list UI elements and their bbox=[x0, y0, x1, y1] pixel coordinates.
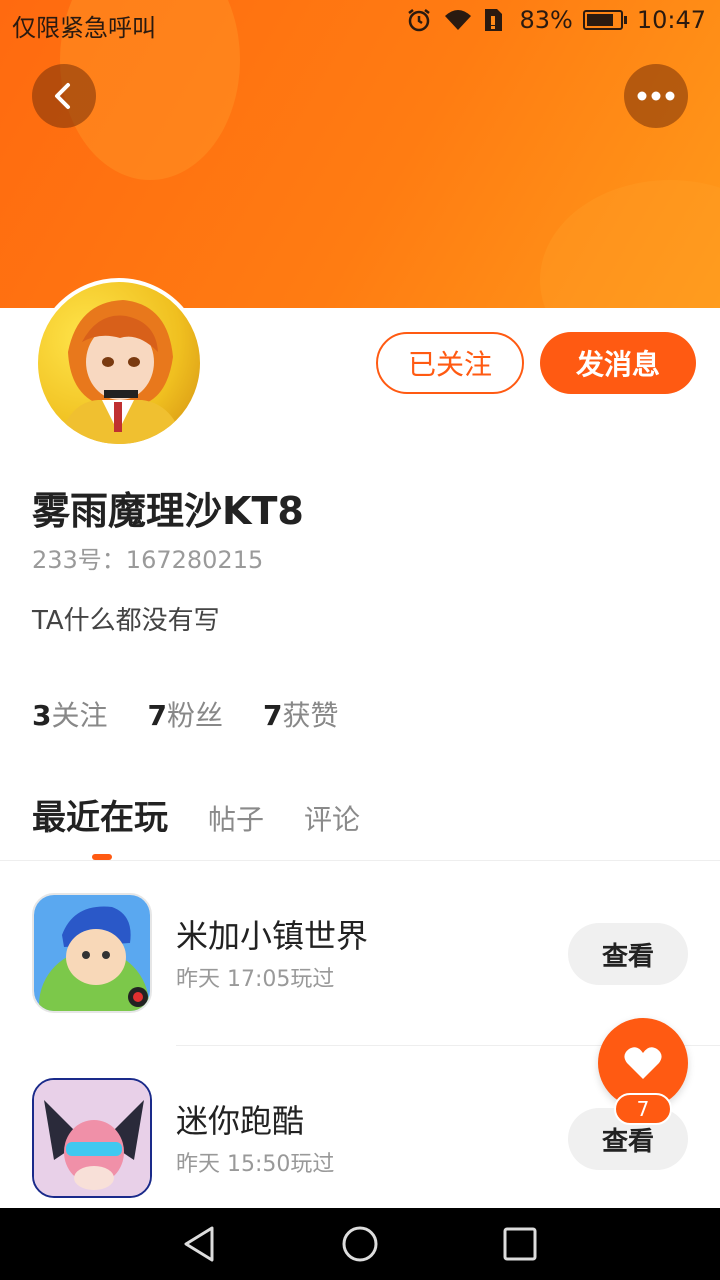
stat-likes[interactable]: 7获赞 bbox=[263, 694, 339, 734]
home-circle-icon[interactable] bbox=[340, 1224, 380, 1264]
view-button[interactable]: 查看 bbox=[568, 923, 688, 985]
send-message-button[interactable]: 发消息 bbox=[540, 332, 696, 394]
username: 雾雨魔理沙KT8 bbox=[32, 489, 304, 533]
game-icon bbox=[32, 1078, 152, 1198]
stat-followers[interactable]: 7粉丝 bbox=[148, 694, 224, 734]
chevron-left-icon bbox=[55, 83, 70, 109]
status-bar: 仅限紧急呼叫 83% 10:47 bbox=[0, 0, 720, 48]
game-name: 迷你跑酷 bbox=[176, 1102, 305, 1140]
more-dots-icon bbox=[637, 91, 675, 101]
sim-icon bbox=[481, 6, 509, 34]
stat-following[interactable]: 3关注 bbox=[32, 694, 108, 734]
wifi-icon bbox=[443, 6, 472, 34]
game-name: 米加小镇世界 bbox=[176, 917, 369, 955]
more-button[interactable] bbox=[624, 64, 688, 128]
game-icon bbox=[32, 893, 152, 1013]
back-triangle-icon[interactable] bbox=[180, 1224, 220, 1264]
tab-recently-played[interactable]: 最近在玩 bbox=[32, 790, 168, 839]
navigation-bar bbox=[0, 1208, 720, 1280]
played-time: 昨天 15:50玩过 bbox=[176, 1152, 335, 1177]
battery-percent: 83% bbox=[519, 6, 573, 34]
recents-square-icon[interactable] bbox=[500, 1224, 540, 1264]
clock-time: 10:47 bbox=[636, 6, 706, 34]
tab-posts[interactable]: 帖子 bbox=[208, 798, 264, 838]
back-button[interactable] bbox=[32, 64, 96, 128]
battery-icon bbox=[582, 10, 627, 30]
user-id: 233号：167280215 bbox=[32, 546, 264, 574]
heart-icon bbox=[624, 1047, 662, 1079]
played-time: 昨天 17:05玩过 bbox=[176, 967, 335, 992]
carrier-text: 仅限紧急呼叫 bbox=[12, 14, 156, 42]
list-item[interactable]: 米加小镇世界 昨天 17:05玩过 查看 bbox=[0, 861, 720, 1046]
profile-stats: 3关注 7粉丝 7获赞 bbox=[32, 694, 339, 734]
profile-tabs: 最近在玩 帖子 评论 bbox=[32, 790, 360, 839]
user-bio: TA什么都没有写 bbox=[32, 606, 220, 636]
like-count-badge: 7 bbox=[614, 1093, 672, 1125]
avatar[interactable] bbox=[34, 278, 204, 448]
follow-button[interactable]: 已关注 bbox=[376, 332, 524, 394]
alarm-icon bbox=[405, 6, 433, 34]
tab-comments[interactable]: 评论 bbox=[304, 798, 360, 838]
